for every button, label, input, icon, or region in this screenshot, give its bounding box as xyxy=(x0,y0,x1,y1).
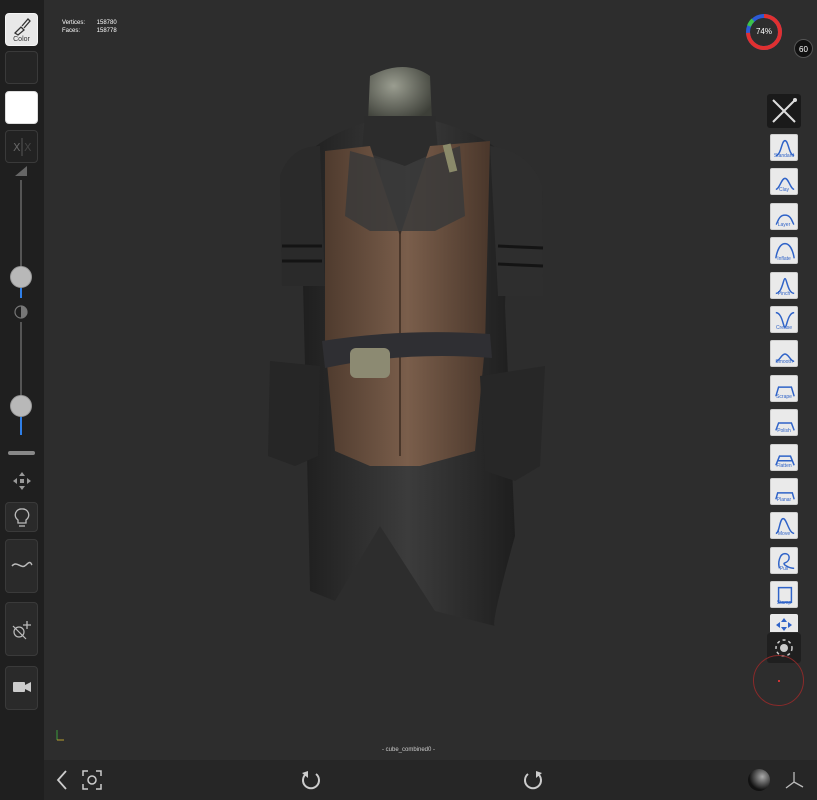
axis-gizmo-icon[interactable] xyxy=(782,768,806,792)
brush-polish[interactable]: Polish xyxy=(770,409,798,437)
brush-pull[interactable]: Pull xyxy=(770,546,798,574)
left-bracer xyxy=(268,361,320,466)
brush-scrape[interactable]: Scrape xyxy=(770,374,798,402)
contrast-icon xyxy=(14,305,28,319)
divider xyxy=(8,451,35,455)
empty-tool-button[interactable] xyxy=(5,51,38,84)
mesh-stats: Vertices: 158780 Faces: 158778 xyxy=(62,19,117,35)
brush-clay[interactable]: Clay xyxy=(770,168,798,196)
intensity-slider-knob[interactable] xyxy=(10,394,32,417)
back-chevron-icon[interactable] xyxy=(54,768,70,792)
lightbulb-icon xyxy=(14,508,29,527)
stroke-button[interactable] xyxy=(5,539,38,593)
right-bracer xyxy=(480,366,545,481)
color-swatch[interactable] xyxy=(5,91,38,124)
brush-planar[interactable]: Planar xyxy=(770,478,798,505)
symmetry-x-icon: X X xyxy=(13,138,32,156)
mask-button[interactable] xyxy=(5,602,38,656)
brush-standard[interactable]: Standard xyxy=(770,134,798,161)
pressure-circle[interactable] xyxy=(753,655,804,706)
left-toolbar: Color X X xyxy=(0,0,44,800)
stroke-wave-icon xyxy=(10,561,33,568)
sculpt-model[interactable] xyxy=(260,66,550,631)
move-arrows-icon xyxy=(12,472,31,490)
color-label: Color xyxy=(13,36,30,43)
brush-label: Flatten xyxy=(776,462,792,469)
redo-icon[interactable] xyxy=(521,768,545,792)
axis-indicator-icon xyxy=(56,730,64,741)
neck-stand xyxy=(368,67,432,121)
brush-label: Inflate xyxy=(777,256,791,263)
brush-label: Pull xyxy=(779,565,789,572)
brush-smooth[interactable]: Smooth xyxy=(770,340,798,368)
brush-color-icon xyxy=(13,18,31,36)
memory-percent: 74% xyxy=(755,27,772,36)
undo-icon[interactable] xyxy=(299,768,323,792)
brush-layer[interactable]: Layer xyxy=(770,202,798,230)
fps-counter: 60 xyxy=(794,39,813,58)
brush-label: Pinch xyxy=(777,290,791,297)
belt-buckle xyxy=(350,348,390,378)
svg-text:X: X xyxy=(24,141,32,154)
brush-stamp[interactable]: Stamp xyxy=(770,581,798,609)
brush-flatten[interactable]: Flatten xyxy=(770,443,798,471)
brush-pinch[interactable]: Pinch xyxy=(770,271,798,299)
radius-slider-knob[interactable] xyxy=(10,265,32,288)
brush-label: Smooth xyxy=(775,359,793,366)
bottom-toolbar xyxy=(44,760,817,800)
symmetry-button[interactable]: X X xyxy=(5,130,38,163)
right-shoulder xyxy=(490,146,543,296)
vertices-value: 158780 xyxy=(96,20,117,26)
svg-text:X: X xyxy=(13,141,21,154)
tools-menu-button[interactable] xyxy=(767,94,801,128)
faces-value: 158778 xyxy=(96,28,117,34)
vertices-label: Vertices: xyxy=(62,20,86,26)
camera-icon xyxy=(12,682,31,692)
brush-label: Clay xyxy=(778,187,789,194)
matcap-sphere-icon[interactable] xyxy=(747,768,771,792)
mask-icon xyxy=(12,621,31,640)
more-brush-icon xyxy=(776,618,792,631)
brush-label: Crease xyxy=(775,325,793,331)
camera-button[interactable] xyxy=(5,666,38,710)
brush-label: Layer xyxy=(777,221,791,228)
frame-view-icon[interactable] xyxy=(80,768,104,792)
brush-label: Planar xyxy=(776,497,792,503)
crossed-tools-icon xyxy=(772,98,797,123)
brush-more[interactable] xyxy=(770,614,798,632)
brush-inflate[interactable]: Inflate xyxy=(770,237,798,265)
light-button[interactable] xyxy=(5,502,38,532)
radius-triangle-icon xyxy=(15,166,27,176)
brush-label: Polish xyxy=(777,428,791,435)
gizmo-button[interactable] xyxy=(5,466,38,496)
color-button[interactable]: Color xyxy=(5,13,38,46)
left-shoulder xyxy=(280,146,325,286)
brush-label: Scrape xyxy=(776,393,792,400)
brush-label: Stamp xyxy=(776,600,792,607)
brush-label: Move xyxy=(777,531,791,538)
brush-label: Standard xyxy=(773,153,795,159)
brush-crease[interactable]: Crease xyxy=(770,306,798,333)
brush-move[interactable]: Move xyxy=(770,512,798,540)
faces-label: Faces: xyxy=(62,28,81,34)
mesh-name: - cube_combined0 - xyxy=(381,747,436,753)
